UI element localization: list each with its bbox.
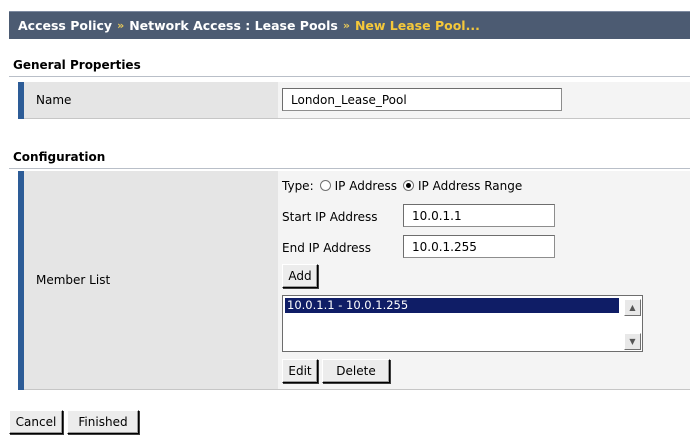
start-ip-input[interactable] <box>403 204 555 227</box>
member-list-label: Member List <box>24 171 278 390</box>
general-properties-heading: General Properties <box>9 54 690 77</box>
edit-button[interactable]: Edit <box>282 359 318 383</box>
listbox-scrollbar[interactable]: ▲ ▼ <box>624 297 641 350</box>
configuration-heading: Configuration <box>9 146 690 169</box>
list-item[interactable]: 10.0.1.1 - 10.0.1.255 <box>285 298 619 313</box>
breadcrumb-item-lease-pools[interactable]: Network Access : Lease Pools <box>129 18 338 33</box>
end-ip-input[interactable] <box>403 235 555 258</box>
name-value-cell <box>278 82 690 119</box>
start-ip-label: Start IP Address <box>282 210 378 224</box>
delete-button[interactable]: Delete <box>322 359 390 383</box>
breadcrumb-separator: » <box>117 19 125 32</box>
breadcrumb-item-access-policy[interactable]: Access Policy <box>18 18 112 33</box>
name-row: Name <box>18 82 690 119</box>
type-radio-ip-address[interactable] <box>319 179 331 191</box>
type-option-ip-address-label: IP Address <box>334 179 397 193</box>
type-selector: Type: IP Address IP Address Range <box>282 179 522 193</box>
arrow-up-icon[interactable]: ▲ <box>624 299 641 316</box>
cancel-button[interactable]: Cancel <box>9 410 63 434</box>
member-list-row: Member List Type: IP Address IP Address … <box>18 171 690 390</box>
type-option-ip-range-label: IP Address Range <box>418 179 523 193</box>
type-label: Type: <box>282 179 314 193</box>
name-label: Name <box>24 82 278 119</box>
arrow-down-icon[interactable]: ▼ <box>624 333 641 350</box>
end-ip-label: End IP Address <box>282 241 371 255</box>
member-list-value-cell: Type: IP Address IP Address Range Start … <box>278 171 690 390</box>
breadcrumb-separator: » <box>342 19 350 32</box>
breadcrumb-current: New Lease Pool... <box>354 18 480 33</box>
add-button[interactable]: Add <box>282 264 318 288</box>
finished-button[interactable]: Finished <box>67 410 139 434</box>
name-input[interactable] <box>282 88 562 111</box>
type-radio-ip-address-range[interactable] <box>403 179 414 191</box>
breadcrumb: Access Policy » Network Access : Lease P… <box>9 11 690 39</box>
member-listbox[interactable]: 10.0.1.1 - 10.0.1.255 ▲ ▼ <box>282 295 643 352</box>
